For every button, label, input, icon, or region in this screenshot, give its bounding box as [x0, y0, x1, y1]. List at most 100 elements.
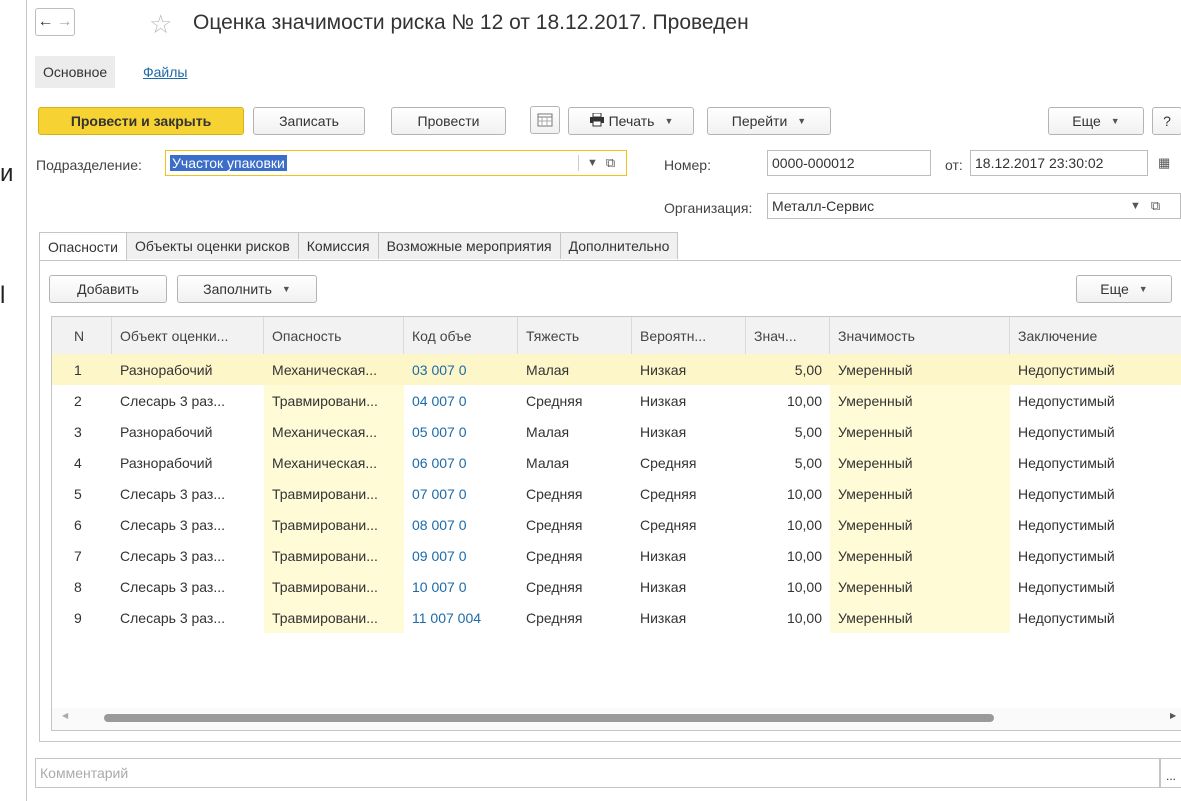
fill-button[interactable]: Заполнить ▼: [177, 275, 317, 303]
dropdown-arrow-icon[interactable]: ▼: [587, 157, 598, 169]
cell-severity[interactable]: Средняя: [518, 478, 632, 509]
cell-severity[interactable]: Средняя: [518, 602, 632, 633]
cell-object-code[interactable]: 11 007 004: [404, 602, 518, 633]
cell-hazard[interactable]: Механическая...: [264, 447, 404, 478]
column-header[interactable]: Значимость: [830, 317, 1010, 354]
cell-conclusion[interactable]: Недопустимый: [1010, 447, 1181, 478]
column-header[interactable]: Заключение: [1010, 317, 1181, 354]
cell-risk-object[interactable]: Слесарь 3 раз...: [112, 478, 264, 509]
cell-significance[interactable]: Умеренный: [830, 571, 1010, 602]
cell-significance[interactable]: Умеренный: [830, 602, 1010, 633]
tab-additional[interactable]: Дополнительно: [559, 232, 679, 259]
cell-severity[interactable]: Средняя: [518, 571, 632, 602]
cell-value[interactable]: 10,00: [746, 540, 830, 571]
cell-row-number[interactable]: 2: [52, 385, 112, 416]
cell-probability[interactable]: Средняя: [632, 447, 746, 478]
cell-severity[interactable]: Малая: [518, 447, 632, 478]
cell-value[interactable]: 10,00: [746, 509, 830, 540]
cell-significance[interactable]: Умеренный: [830, 447, 1010, 478]
add-button[interactable]: Добавить: [49, 275, 167, 303]
cell-significance[interactable]: Умеренный: [830, 478, 1010, 509]
cell-severity[interactable]: Средняя: [518, 385, 632, 416]
dropdown-arrow-icon[interactable]: ▼: [1130, 200, 1141, 212]
cell-probability[interactable]: Средняя: [632, 478, 746, 509]
cell-object-code[interactable]: 05 007 0: [404, 416, 518, 447]
cell-conclusion[interactable]: Недопустимый: [1010, 478, 1181, 509]
cell-object-code[interactable]: 09 007 0: [404, 540, 518, 571]
cell-conclusion[interactable]: Недопустимый: [1010, 416, 1181, 447]
cell-conclusion[interactable]: Недопустимый: [1010, 509, 1181, 540]
cell-value[interactable]: 5,00: [746, 447, 830, 478]
cell-value[interactable]: 5,00: [746, 416, 830, 447]
column-header[interactable]: Знач...: [746, 317, 830, 354]
cell-conclusion[interactable]: Недопустимый: [1010, 385, 1181, 416]
cell-severity[interactable]: Средняя: [518, 540, 632, 571]
cell-hazard[interactable]: Травмировани...: [264, 571, 404, 602]
cell-probability[interactable]: Низкая: [632, 354, 746, 385]
cell-hazard[interactable]: Травмировани...: [264, 509, 404, 540]
column-header[interactable]: Опасность: [264, 317, 404, 354]
tab-commission[interactable]: Комиссия: [297, 232, 379, 259]
cell-hazard[interactable]: Механическая...: [264, 416, 404, 447]
cell-probability[interactable]: Низкая: [632, 571, 746, 602]
scroll-right-icon[interactable]: ▶: [1170, 711, 1176, 720]
print-button[interactable]: Печать ▼: [568, 107, 694, 135]
tab-files[interactable]: Файлы: [143, 64, 187, 80]
cell-conclusion[interactable]: Недопустимый: [1010, 571, 1181, 602]
column-header[interactable]: Вероятн...: [632, 317, 746, 354]
cell-conclusion[interactable]: Недопустимый: [1010, 354, 1181, 385]
cell-value[interactable]: 10,00: [746, 571, 830, 602]
cell-risk-object[interactable]: Слесарь 3 раз...: [112, 509, 264, 540]
organization-field[interactable]: Металл-Сервис ▼ ⧉: [767, 193, 1181, 219]
cell-probability[interactable]: Низкая: [632, 540, 746, 571]
table-row[interactable]: 9 Слесарь 3 раз... Травмировани... 11 007 0…: [52, 602, 1181, 633]
cell-risk-object[interactable]: Слесарь 3 раз...: [112, 385, 264, 416]
column-header[interactable]: Код объе: [404, 317, 518, 354]
horizontal-scrollbar[interactable]: ◀ ▶: [52, 708, 1181, 730]
cell-hazard[interactable]: Травмировани...: [264, 540, 404, 571]
cell-object-code[interactable]: 04 007 0: [404, 385, 518, 416]
cell-conclusion[interactable]: Недопустимый: [1010, 540, 1181, 571]
cell-risk-object[interactable]: Разнорабочий: [112, 447, 264, 478]
tab-hazards[interactable]: Опасности: [39, 232, 128, 261]
comment-field[interactable]: Комментарий: [35, 758, 1160, 788]
cell-significance[interactable]: Умеренный: [830, 354, 1010, 385]
open-form-icon[interactable]: ⧉: [1151, 198, 1160, 214]
cell-hazard[interactable]: Травмировани...: [264, 385, 404, 416]
cell-severity[interactable]: Малая: [518, 354, 632, 385]
cell-hazard[interactable]: Травмировани...: [264, 602, 404, 633]
cell-significance[interactable]: Умеренный: [830, 416, 1010, 447]
post-button[interactable]: Провести: [391, 107, 506, 135]
cell-row-number[interactable]: 5: [52, 478, 112, 509]
cell-row-number[interactable]: 4: [52, 447, 112, 478]
cell-row-number[interactable]: 9: [52, 602, 112, 633]
goto-button[interactable]: Перейти ▼: [707, 107, 831, 135]
cell-risk-object[interactable]: Разнорабочий: [112, 416, 264, 447]
table-row[interactable]: 1 Разнорабочий Механическая... 03 007 0 Мала…: [52, 354, 1181, 385]
cell-probability[interactable]: Низкая: [632, 385, 746, 416]
cell-hazard[interactable]: Механическая...: [264, 354, 404, 385]
column-header[interactable]: Объект оценки...: [112, 317, 264, 354]
save-button[interactable]: Записать: [253, 107, 365, 135]
comment-expand-button[interactable]: ...: [1160, 758, 1181, 788]
cell-object-code[interactable]: 07 007 0: [404, 478, 518, 509]
number-field[interactable]: 0000-000012: [767, 150, 931, 176]
cell-object-code[interactable]: 03 007 0: [404, 354, 518, 385]
date-field[interactable]: 18.12.2017 23:30:02: [970, 150, 1148, 176]
cell-conclusion[interactable]: Недопустимый: [1010, 602, 1181, 633]
table-row[interactable]: 8 Слесарь 3 раз... Травмировани... 10 007 0…: [52, 571, 1181, 602]
cell-row-number[interactable]: 3: [52, 416, 112, 447]
cell-value[interactable]: 10,00: [746, 602, 830, 633]
more-button[interactable]: Еще ▼: [1048, 107, 1144, 135]
table-more-button[interactable]: Еще ▼: [1076, 275, 1172, 303]
cell-risk-object[interactable]: Слесарь 3 раз...: [112, 602, 264, 633]
cell-significance[interactable]: Умеренный: [830, 509, 1010, 540]
cell-probability[interactable]: Низкая: [632, 416, 746, 447]
table-row[interactable]: 7 Слесарь 3 раз... Травмировани... 09 007 0…: [52, 540, 1181, 571]
column-header[interactable]: N: [52, 317, 112, 354]
table-row[interactable]: 3 Разнорабочий Механическая... 05 007 0 Мала…: [52, 416, 1181, 447]
cell-significance[interactable]: Умеренный: [830, 385, 1010, 416]
table-row[interactable]: 6 Слесарь 3 раз... Травмировани... 08 007 0…: [52, 509, 1181, 540]
scrollbar-thumb[interactable]: [104, 714, 994, 722]
calendar-icon[interactable]: ▦: [1158, 155, 1170, 171]
